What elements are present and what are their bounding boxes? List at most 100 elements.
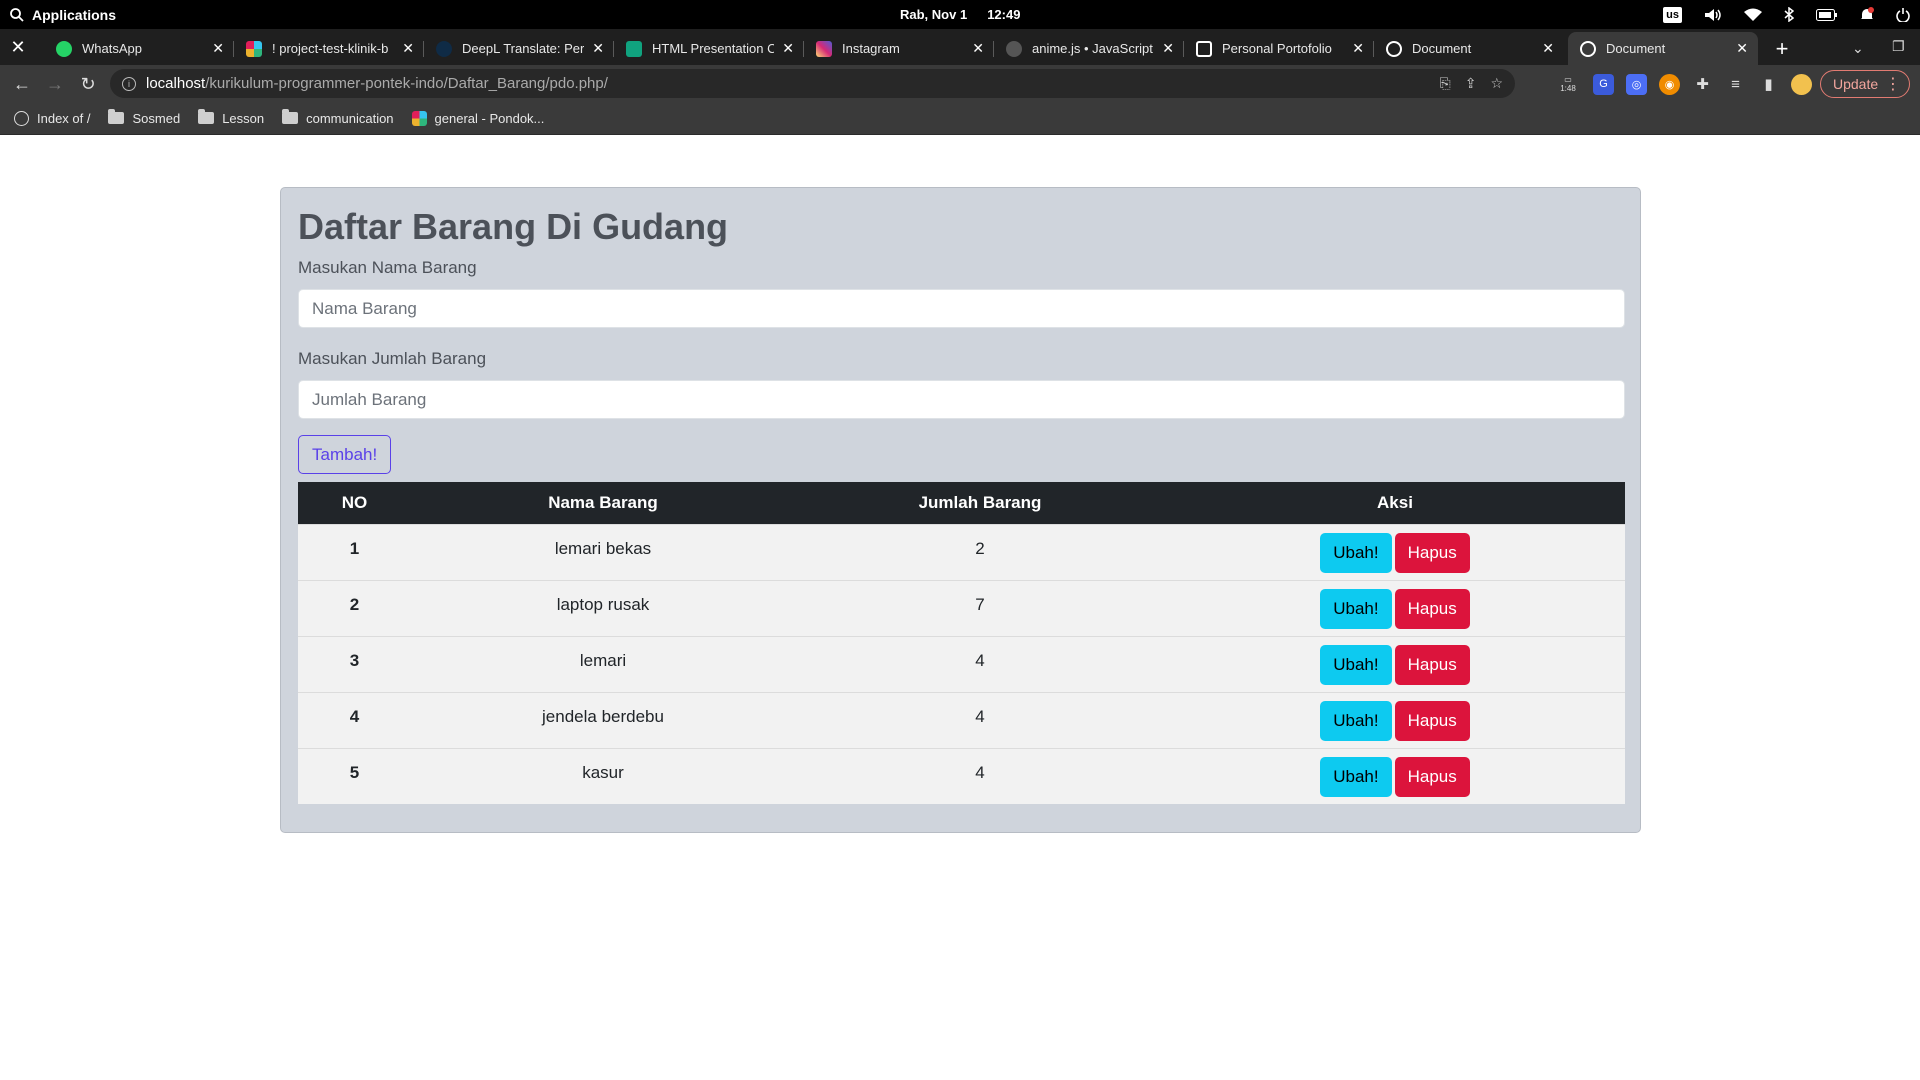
update-button[interactable]: Update ⋮: [1820, 70, 1910, 98]
tab-instagram[interactable]: Instagram ✕: [804, 32, 994, 65]
new-tab-plus-icon[interactable]: +: [1770, 36, 1794, 62]
folder-icon: [198, 109, 215, 124]
bookmark-folder-sosmed[interactable]: Sosmed: [108, 109, 181, 126]
tab-search-chevron-icon[interactable]: ⌄: [1852, 40, 1864, 57]
close-tab-icon[interactable]: ✕: [402, 40, 414, 57]
close-tab-icon[interactable]: ✕: [1162, 40, 1174, 57]
tab-title: HTML Presentation C: [652, 41, 775, 56]
search-icon: [10, 7, 24, 22]
bluetooth-icon[interactable]: [1784, 7, 1794, 22]
tab-document[interactable]: Document ✕: [1374, 32, 1564, 65]
tab-title: anime.js • JavaScript: [1032, 41, 1153, 56]
delete-button[interactable]: Hapus: [1394, 588, 1470, 629]
profile-avatar-icon[interactable]: [1791, 73, 1812, 95]
col-header-aksi: Aksi: [1165, 482, 1625, 524]
wifi-icon[interactable]: [1744, 8, 1762, 22]
tab-deepl[interactable]: DeepL Translate: Per ✕: [424, 32, 614, 65]
reload-icon[interactable]: ↻: [77, 73, 99, 95]
page-title: Daftar Barang Di Gudang: [298, 206, 729, 247]
item-name-input[interactable]: [298, 289, 1625, 328]
close-window-icon[interactable]: ✕: [8, 37, 28, 57]
edit-button[interactable]: Ubah!: [1320, 700, 1392, 741]
cell-jumlah: 7: [795, 579, 1165, 636]
address-bar[interactable]: i localhost/kurikulum-programmer-pontek-…: [110, 69, 1515, 98]
inventory-table: NO Nama Barang Jumlah Barang Aksi 1 lema…: [298, 482, 1625, 804]
delete-button[interactable]: Hapus: [1394, 532, 1470, 573]
codepen-icon: [1196, 40, 1212, 57]
system-tray: us: [1663, 0, 1910, 29]
cell-aksi: Ubah! Hapus: [1165, 635, 1625, 692]
tab-title: Document: [1412, 41, 1472, 56]
close-tab-icon[interactable]: ✕: [1736, 40, 1748, 57]
google-translate-ext-icon[interactable]: G: [1593, 73, 1614, 95]
bookmark-label: Sosmed: [132, 110, 181, 126]
close-tab-icon[interactable]: ✕: [782, 40, 794, 57]
cell-no: 2: [298, 579, 411, 636]
notification-bell-icon[interactable]: [1860, 7, 1874, 22]
bookmark-folder-communication[interactable]: communication: [282, 109, 394, 126]
bookmark-label: communication: [306, 110, 394, 126]
close-tab-icon[interactable]: ✕: [972, 40, 984, 57]
tab-slack-project[interactable]: ! project-test-klinik-b ✕: [234, 32, 424, 65]
bookmark-label: Index of /: [37, 110, 91, 126]
site-info-icon[interactable]: i: [122, 76, 136, 91]
puzzle-extensions-icon[interactable]: ✚: [1692, 74, 1713, 95]
bookmark-index[interactable]: Index of /: [14, 110, 91, 126]
instagram-icon: [816, 40, 832, 57]
tab-document-active[interactable]: Document ✕: [1568, 32, 1758, 65]
window-restore-icon[interactable]: ❐: [1892, 38, 1905, 55]
share-icon[interactable]: ⇪: [1465, 75, 1477, 92]
close-tab-icon[interactable]: ✕: [212, 40, 224, 57]
screen-timer-icon[interactable]: ▭ 1:48: [1555, 74, 1581, 95]
extension-icon[interactable]: ◎: [1626, 73, 1647, 95]
globe-icon: [1580, 40, 1596, 57]
delete-button[interactable]: Hapus: [1394, 756, 1470, 797]
cell-nama: laptop rusak: [411, 579, 795, 636]
close-tab-icon[interactable]: ✕: [592, 40, 604, 57]
translate-icon[interactable]: ⎘: [1440, 75, 1451, 92]
cell-no: 3: [298, 635, 411, 692]
animejs-icon: [1006, 40, 1022, 57]
reading-list-icon[interactable]: ≡: [1725, 74, 1746, 95]
more-menu-icon[interactable]: ⋮: [1885, 74, 1901, 94]
extension-face-icon[interactable]: ◉: [1659, 73, 1680, 95]
bookmark-slack-general[interactable]: general - Pondok...: [411, 110, 544, 126]
tab-portfolio[interactable]: Personal Portofolio ✕: [1184, 32, 1374, 65]
inventory-card: Daftar Barang Di Gudang Masukan Nama Bar…: [280, 187, 1641, 833]
item-qty-input[interactable]: [298, 380, 1625, 419]
cell-nama: lemari bekas: [411, 523, 795, 580]
bookmark-star-icon[interactable]: ☆: [1490, 75, 1503, 92]
delete-button[interactable]: Hapus: [1394, 644, 1470, 685]
edit-button[interactable]: Ubah!: [1320, 588, 1392, 629]
edit-button[interactable]: Ubah!: [1320, 644, 1392, 685]
add-item-button[interactable]: Tambah!: [298, 435, 392, 474]
volume-icon[interactable]: [1704, 8, 1722, 22]
delete-button[interactable]: Hapus: [1394, 700, 1470, 741]
edit-button[interactable]: Ubah!: [1320, 756, 1392, 797]
power-icon[interactable]: [1896, 7, 1910, 22]
tab-whatsapp[interactable]: WhatsApp ✕: [44, 32, 234, 65]
cell-nama: jendela berdebu: [411, 691, 795, 748]
side-panel-icon[interactable]: ▮: [1758, 74, 1779, 95]
clock[interactable]: Rab, Nov 1 12:49: [900, 0, 1020, 29]
close-tab-icon[interactable]: ✕: [1352, 40, 1364, 57]
date-text: Rab, Nov 1: [900, 7, 968, 22]
tab-strip: ✕ WhatsApp ✕ ! project-test-klinik-b ✕ D…: [0, 29, 1920, 65]
applications-menu[interactable]: Applications: [0, 7, 116, 23]
forward-arrow-icon[interactable]: →: [44, 73, 66, 95]
tab-title: Document: [1606, 41, 1666, 56]
cell-jumlah: 4: [795, 691, 1165, 748]
update-label: Update: [1833, 76, 1879, 92]
bookmark-folder-lesson[interactable]: Lesson: [198, 109, 264, 126]
tab-chatgpt[interactable]: HTML Presentation C ✕: [614, 32, 804, 65]
close-tab-icon[interactable]: ✕: [1542, 40, 1554, 57]
tab-animejs[interactable]: anime.js • JavaScript ✕: [994, 32, 1184, 65]
col-header-jumlah: Jumlah Barang: [795, 482, 1165, 524]
back-arrow-icon[interactable]: ←: [11, 73, 33, 95]
keyboard-layout[interactable]: us: [1663, 6, 1682, 23]
deepl-icon: [436, 40, 452, 57]
battery-icon[interactable]: [1816, 8, 1838, 21]
table-row: 5 kasur 4 Ubah! Hapus: [298, 747, 1625, 804]
browser-toolbar: ← → ↻ i localhost/kurikulum-programmer-p…: [0, 65, 1920, 102]
edit-button[interactable]: Ubah!: [1320, 532, 1392, 573]
